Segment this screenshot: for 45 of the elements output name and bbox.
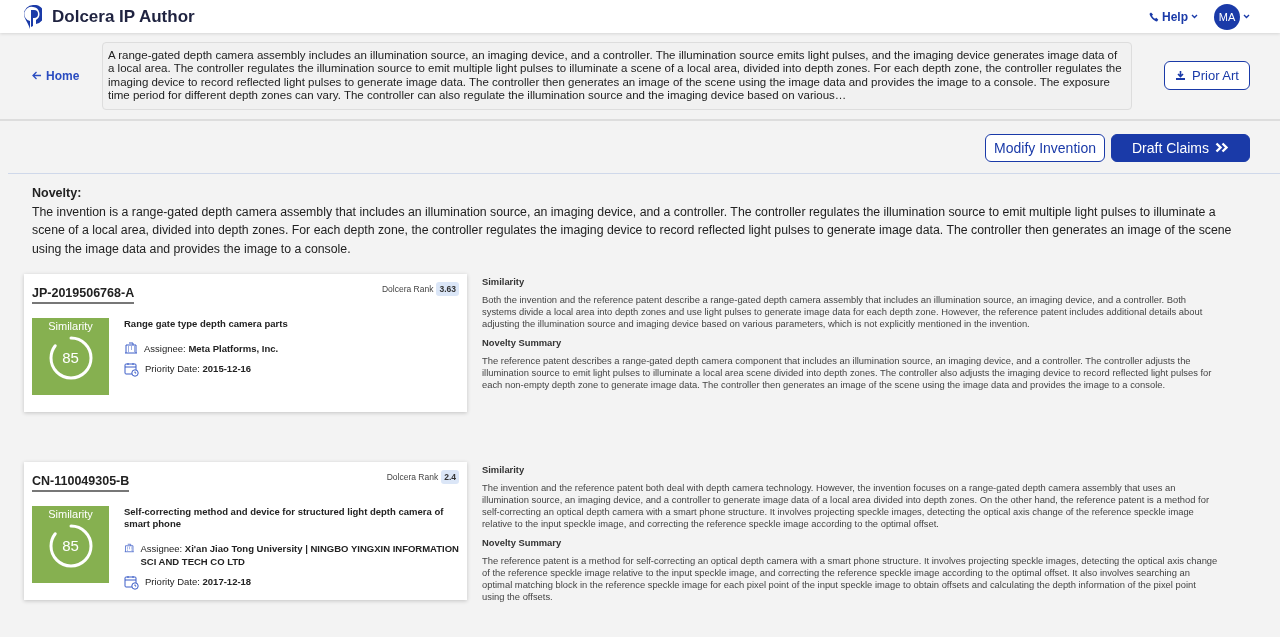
assignee-text: Assignee: Meta Platforms, Inc. (144, 342, 279, 356)
phone-icon (1149, 11, 1159, 22)
similarity-text: The invention and the reference patent both deal with depth camera technology. However, the invention focuses on a range-gated depth camera assembly that uses an illumination source, an imaging device, and a controller to generate image data of a local area divided into depth zones. On the other hand, the reference patent is a method for self-correcting an optical depth camera with a smart phone structure. It involves projecting speckle images, detecting the optical axis change of the reference speckle image relative to the input speckle image, and correcting the reference speckle image according to the optimal offset. (482, 482, 1211, 531)
patent-number[interactable]: JP-2019506768-A (32, 282, 135, 305)
similarity-text: Both the invention and the reference patent describe a range-gated depth camera assembly that includes an illumination source, an imaging device, and a controller. Both systems divide a local area into depth zones and use light pulses to generate image data for each depth zone. However, the reference patent includes additional details about adjusting the illumination source and imaging device based on various parameters, which is not explicitly mentioned in the invention. (482, 294, 1204, 331)
calendar-icon (124, 362, 139, 378)
caret-icon (1191, 14, 1198, 19)
home-link[interactable]: Home (32, 68, 102, 83)
similarity-label: Similarity (48, 320, 93, 333)
priority-date-text: Priority Date: 2017-12-18 (145, 575, 252, 589)
priority-date-text: Priority Date: 2015-12-16 (145, 362, 252, 376)
similarity-label: Similarity (48, 508, 93, 521)
caret-icon[interactable] (1243, 14, 1250, 19)
calendar-icon (124, 575, 139, 591)
patent-title: Self-correcting method and device for structured light depth camera of smart phone (124, 506, 445, 531)
app-title: Dolcera IP Author (52, 6, 195, 27)
novelty-summary-text: The reference patent is a method for self-correcting an optical depth camera with a smart phone structure. It involves projecting speckle images, detecting the optical axis change of the reference speckle image relative to the input speckle image, and correcting the reference speckle image according to the optimal offset. It also involves searching an optimal matching block in the reference speckle image for each pixel point of the input speckle image to obtain offsets and calculating the depth information of the pixel point using the offsets. (482, 555, 1219, 604)
draft-claims-button[interactable]: Draft Claims (1111, 133, 1250, 162)
invention-abstract: A range-gated depth camera assembly includes an illumination source, an imaging device, and a controller. The illumination source emits light pulses, and the imaging device generates image data of a local area. The controller regulates the illumination source to emit multiple light pulses to illuminate a scene of a local area, divided into depth zones. For each depth zone, the controller regulates the imaging device to record reflected light pulses to generate image data. The controller then generates an image of the scene using the image data and provides the image to a console. The exposure time period for different depth zones can vary. The controller can also regulate the illumination source and the imaging device based on various… (102, 42, 1133, 110)
patent-number[interactable]: CN-110049305-B (32, 470, 130, 493)
prior-art-button[interactable]: Prior Art (1164, 61, 1250, 91)
double-chevron-icon (1215, 142, 1229, 154)
similarity-ring (49, 336, 92, 380)
rank-label: Dolcera Rank (386, 472, 439, 483)
modify-invention-button[interactable]: Modify Invention (985, 133, 1105, 162)
novelty-heading: Novelty: (32, 185, 83, 200)
novelty-summary-heading: Novelty Summary (482, 337, 563, 350)
novelty-summary-text: The reference patent describes a range-gated depth camera component that includes an illumination source, an imaging device, and a controller. The controller adjusts the illumination source to emit light pulses to illuminate a local area scene divided into depth zones. The controller also adjusts the imaging device to record reflected light pulses for each non-empty depth zone to generate image data. The controller then generates an image of the scene using the image data and provides the image to a console. (482, 355, 1213, 392)
rank-label: Dolcera Rank (381, 284, 434, 295)
novelty-text: The invention is a range-gated depth camera assembly that includes an illumination source, an imaging device, and a controller. The controller regulates the illumination source to emit multiple light pulses to illuminate a scene of a local area, divided into depth zones. For each depth zone, the controller regulates the imaging device to record reflected light pulses to generate image data. The controller then generates an image of the scene using the image data and provides the image to a console. (32, 203, 1233, 258)
help-menu[interactable]: Help (1149, 9, 1198, 24)
similarity-heading: Similarity (482, 464, 526, 477)
patent-title: Range gate type depth camera parts (124, 318, 288, 331)
similarity-ring (49, 524, 92, 568)
user-avatar[interactable]: MA (1214, 3, 1240, 30)
assignee-text: Assignee: Xi'an Jiao Tong University | NINGBO YINGXIN INFORMATION SCI AND TECH CO LTD (140, 542, 459, 569)
similarity-heading: Similarity (482, 276, 526, 289)
similarity-score: 85 (62, 538, 79, 555)
novelty-summary-heading: Novelty Summary (482, 537, 563, 550)
rank-value: 2.4 (441, 470, 459, 485)
logo-icon (24, 4, 42, 29)
similarity-score: 85 (62, 350, 79, 367)
arrow-left-icon (32, 71, 42, 81)
download-icon (1175, 70, 1187, 82)
rank-value: 3.63 (436, 282, 459, 297)
